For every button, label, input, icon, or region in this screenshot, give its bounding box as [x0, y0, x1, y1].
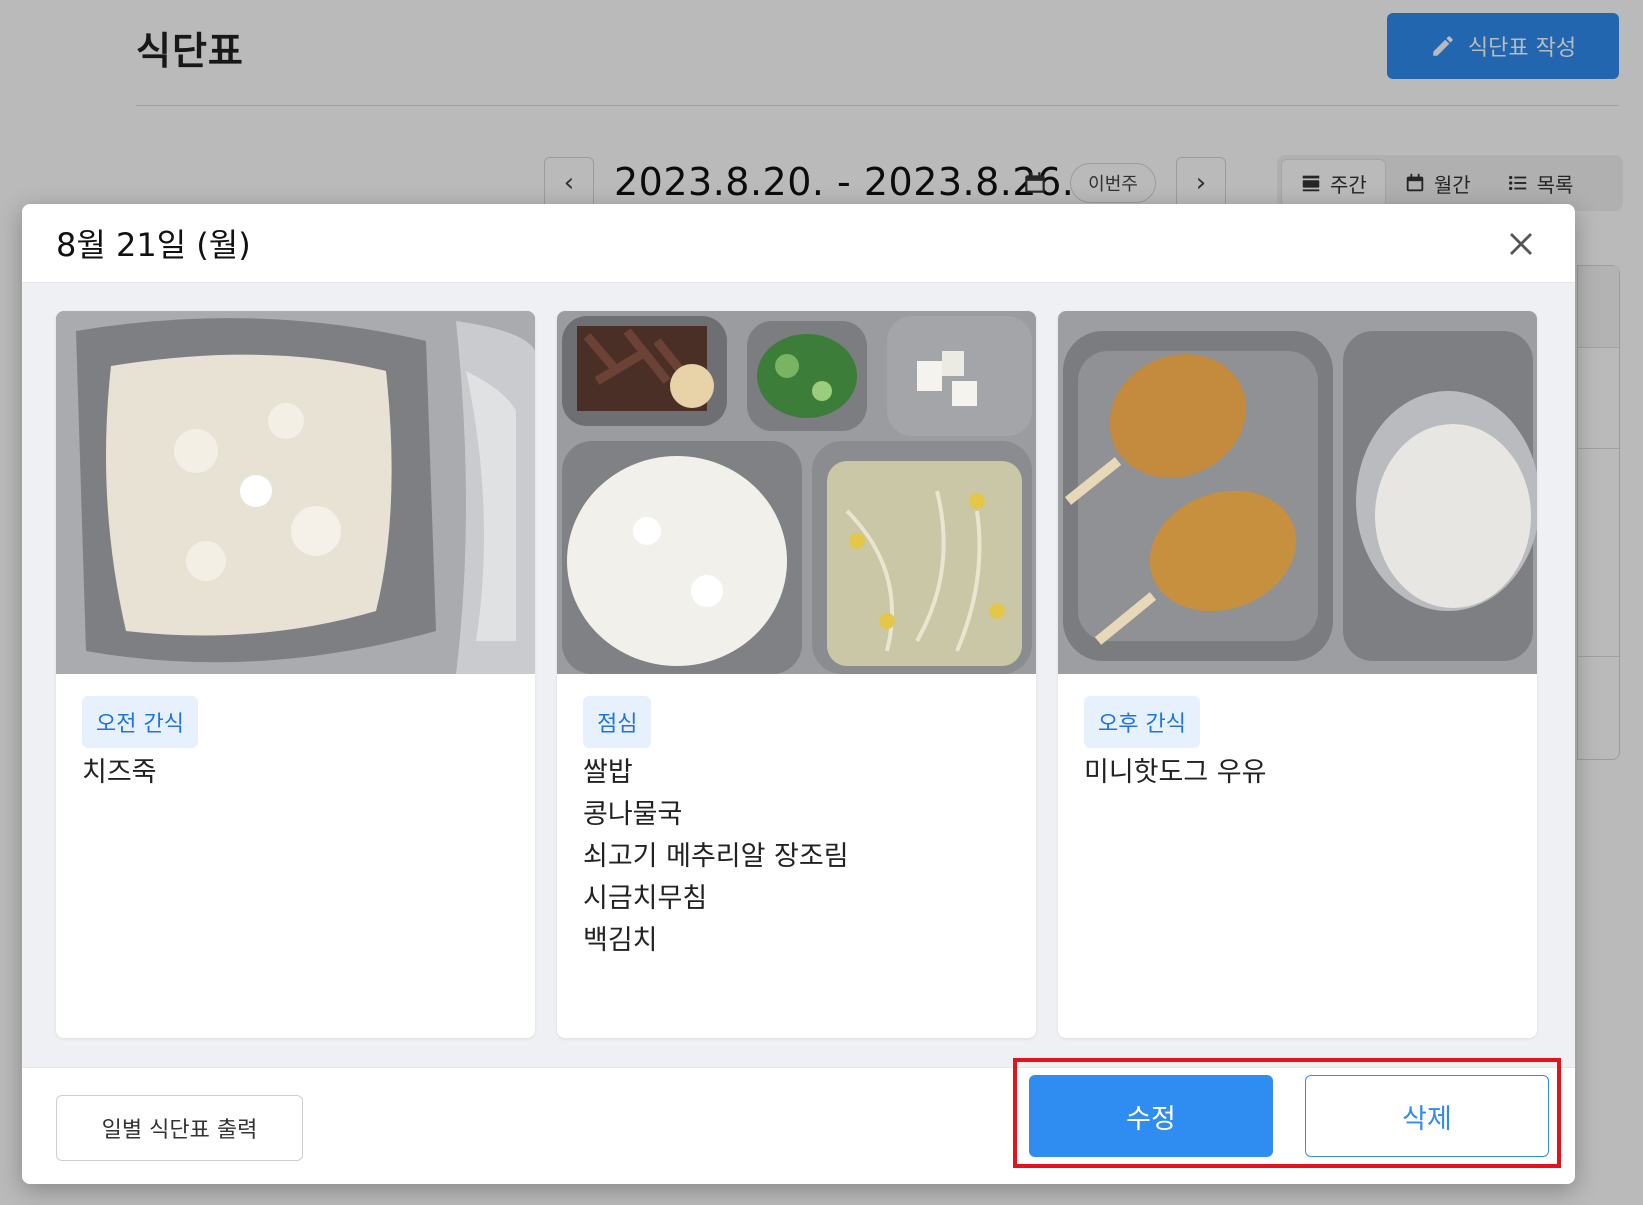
lunch-tray-photo — [557, 311, 1036, 674]
close-icon — [1510, 233, 1532, 255]
meal-card-morning-snack: 오전 간식 치즈죽 — [56, 311, 535, 1038]
menu-item: 시금치무침 — [583, 883, 708, 914]
modal-header: 8월 21일 (월) — [22, 204, 1575, 283]
menu-list: 쌀밥 콩나물국 쇠고기 메추리알 장조림 시금치무침 백김치 — [583, 752, 1010, 962]
menu-item: 쇠고기 메추리알 장조림 — [583, 841, 849, 872]
menu-item: 치즈죽 — [82, 757, 157, 788]
highlight-box — [1013, 1058, 1561, 1168]
meal-tag: 오전 간식 — [82, 696, 198, 748]
print-daily-menu-button[interactable]: 일별 식단표 출력 — [56, 1095, 303, 1161]
menu-item: 미니핫도그 우유 — [1084, 757, 1267, 788]
modal-title: 8월 21일 (월) — [56, 226, 251, 264]
meal-card-afternoon-snack: 오후 간식 미니핫도그 우유 — [1058, 311, 1537, 1038]
porridge-photo — [56, 311, 535, 674]
menu-list: 미니핫도그 우유 — [1084, 752, 1511, 794]
modal-body: 오전 간식 치즈죽 점심 쌀밥 콩나물국 쇠고기 메추리알 장조림 시금치무침 … — [22, 283, 1575, 1067]
meal-tag: 오후 간식 — [1084, 696, 1200, 748]
meal-card-lunch: 점심 쌀밥 콩나물국 쇠고기 메추리알 장조림 시금치무침 백김치 — [557, 311, 1036, 1038]
menu-item: 쌀밥 — [583, 757, 633, 788]
menu-item: 백김치 — [583, 925, 658, 956]
daily-meal-modal: 8월 21일 (월) 오전 간식 치즈죽 점심 쌀밥 콩나물국 쇠고기 메추리알… — [22, 204, 1575, 1184]
close-button[interactable] — [1505, 228, 1537, 260]
menu-list: 치즈죽 — [82, 752, 509, 794]
hotdog-milk-photo — [1058, 311, 1537, 674]
meal-tag: 점심 — [583, 696, 652, 748]
menu-item: 콩나물국 — [583, 799, 683, 830]
